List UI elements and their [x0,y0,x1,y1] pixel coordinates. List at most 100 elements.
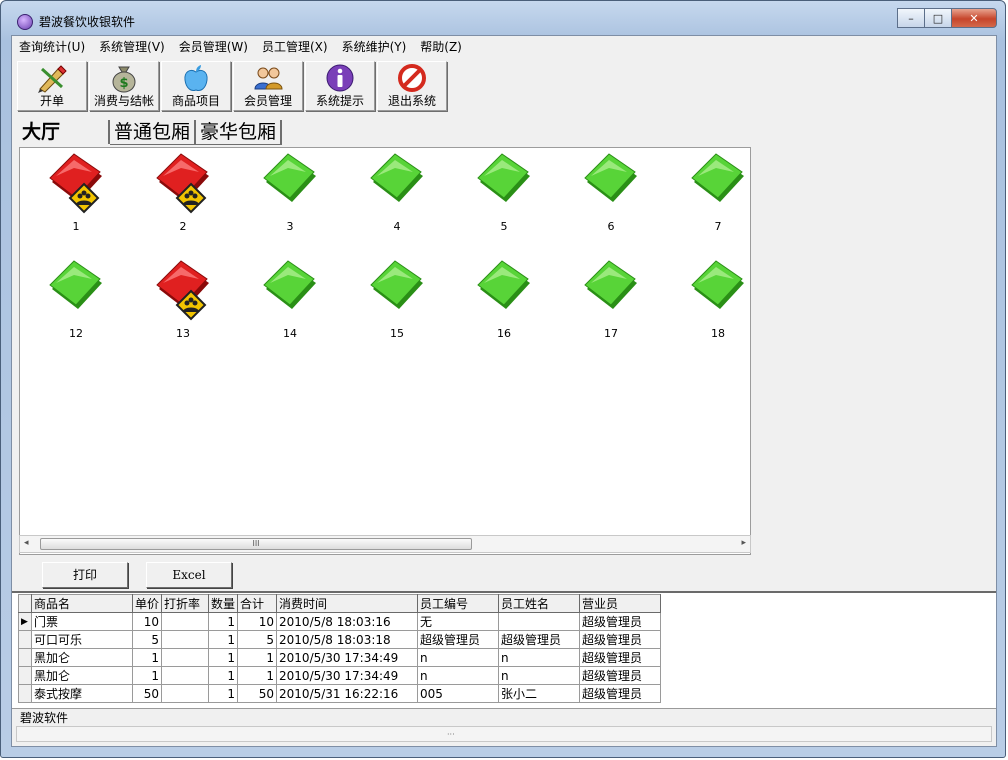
cell-discount[interactable] [161,648,210,667]
row-indicator[interactable] [18,666,32,685]
scroll-thumb[interactable]: III [40,538,472,550]
cell-discount[interactable] [161,684,210,703]
cell-quantity[interactable]: 1 [208,666,239,685]
dining-table-4[interactable]: 4 [367,152,427,238]
cell-clerk[interactable]: 超级管理员 [579,648,662,667]
dining-table-7[interactable]: 7 [688,152,748,238]
bottom-scrollbar[interactable]: ··· [16,726,992,742]
cell-clerk[interactable]: 超级管理员 [579,612,662,631]
close-button[interactable]: ✕ [951,8,997,28]
product-items-button[interactable]: 商品项目 [161,61,231,111]
cell-product-name[interactable]: 可口可乐 [31,630,133,649]
col-discount[interactable]: 打折率 [161,594,210,613]
row-indicator[interactable] [18,630,32,649]
menu-help[interactable]: 帮助(Z) [413,36,469,58]
table-row[interactable]: 可口可乐 5 1 5 2010/5/8 18:03:18 超级管理员 超级管理员 超级管理员 [18,630,662,649]
col-total[interactable]: 合计 [237,594,278,613]
dining-table-16[interactable]: 16 [474,259,534,345]
excel-button[interactable]: Excel [146,562,232,588]
cell-unit-price[interactable]: 1 [131,666,163,685]
cell-staff-id[interactable]: n [417,666,500,685]
row-indicator[interactable] [18,684,32,703]
dining-table-2[interactable]: 2 [153,152,213,238]
dining-table-6[interactable]: 6 [581,152,641,238]
scroll-left-icon[interactable]: ◂ [24,538,29,548]
cell-product-name[interactable]: 黑加仑 [31,666,133,685]
cell-staff-name[interactable] [498,612,581,631]
tab-hall[interactable]: 大厅 [18,120,110,144]
cell-total[interactable]: 50 [237,684,278,703]
cell-product-name[interactable]: 黑加仑 [31,648,133,667]
cell-unit-price[interactable]: 10 [131,612,163,631]
exit-system-button[interactable]: 退出系统 [377,61,447,111]
cell-discount[interactable] [161,630,210,649]
menu-query-stats[interactable]: 查询统计(U) [12,36,92,58]
col-quantity[interactable]: 数量 [208,594,239,613]
cell-consume-time[interactable]: 2010/5/30 17:34:49 [276,648,419,667]
cell-unit-price[interactable]: 5 [131,630,163,649]
dining-table-15[interactable]: 15 [367,259,427,345]
cell-total[interactable]: 1 [237,648,278,667]
tab-luxury-room[interactable]: 豪华包厢 [196,120,283,145]
cell-staff-id[interactable]: 005 [417,684,500,703]
cell-consume-time[interactable]: 2010/5/8 18:03:16 [276,612,419,631]
cell-staff-name[interactable]: n [498,648,581,667]
cell-staff-name[interactable]: 张小二 [498,684,581,703]
dining-table-12[interactable]: 12 [46,259,106,345]
cell-total[interactable]: 10 [237,612,278,631]
cell-staff-id[interactable]: 超级管理员 [417,630,500,649]
row-indicator[interactable]: ▶ [18,612,32,631]
menu-system-maintenance[interactable]: 系统维护(Y) [335,36,414,58]
cell-product-name[interactable]: 泰式按摩 [31,684,133,703]
maximize-button[interactable]: □ [924,8,952,28]
cell-quantity[interactable]: 1 [208,684,239,703]
cell-product-name[interactable]: 门票 [31,612,133,631]
menu-member-admin[interactable]: 会员管理(W) [172,36,255,58]
print-button[interactable]: 打印 [42,562,128,588]
cell-total[interactable]: 1 [237,666,278,685]
cell-unit-price[interactable]: 1 [131,648,163,667]
table-row[interactable]: 黑加仑 1 1 1 2010/5/30 17:34:49 n n 超级管理员 [18,648,662,667]
scroll-right-icon[interactable]: ▸ [741,538,746,548]
cell-quantity[interactable]: 1 [208,612,239,631]
col-product-name[interactable]: 商品名 [31,594,133,613]
cell-clerk[interactable]: 超级管理员 [579,630,662,649]
minimize-button[interactable]: – [897,8,925,28]
col-consume-time[interactable]: 消费时间 [276,594,419,613]
cell-discount[interactable] [161,612,210,631]
consume-checkout-button[interactable]: $ 消费与结帐 [89,61,159,111]
dining-table-5[interactable]: 5 [474,152,534,238]
cell-quantity[interactable]: 1 [208,648,239,667]
cell-clerk[interactable]: 超级管理员 [579,666,662,685]
dining-table-13[interactable]: 13 [153,259,213,345]
table-row[interactable]: ▶ 门票 10 1 10 2010/5/8 18:03:16 无超级管理员 [18,612,662,631]
col-staff-name[interactable]: 员工姓名 [498,594,581,613]
cell-consume-time[interactable]: 2010/5/30 17:34:49 [276,666,419,685]
cell-staff-id[interactable]: n [417,648,500,667]
cell-staff-name[interactable]: 超级管理员 [498,630,581,649]
cell-quantity[interactable]: 1 [208,630,239,649]
menu-system-admin[interactable]: 系统管理(V) [92,36,172,58]
cell-unit-price[interactable]: 50 [131,684,163,703]
open-order-button[interactable]: 开单 [17,61,87,111]
member-admin-button[interactable]: 会员管理 [233,61,303,111]
cell-consume-time[interactable]: 2010/5/31 16:22:16 [276,684,419,703]
table-view-scrollbar[interactable]: ◂ III ▸ [19,535,751,553]
cell-consume-time[interactable]: 2010/5/8 18:03:18 [276,630,419,649]
col-clerk[interactable]: 营业员 [579,594,662,613]
cell-staff-id[interactable]: 无 [417,612,500,631]
system-tips-button[interactable]: 系统提示 [305,61,375,111]
cell-total[interactable]: 5 [237,630,278,649]
menu-staff-admin[interactable]: 员工管理(X) [255,36,335,58]
col-unit-price[interactable]: 单价 [131,594,163,613]
dining-table-1[interactable]: 1 [46,152,106,238]
dining-table-3[interactable]: 3 [260,152,320,238]
dining-table-14[interactable]: 14 [260,259,320,345]
table-row[interactable]: 泰式按摩 50 1 50 2010/5/31 16:22:16 005 张小二 超级管理员 [18,684,662,703]
cell-clerk[interactable]: 超级管理员 [579,684,662,703]
dining-table-18[interactable]: 18 [688,259,748,345]
cell-staff-name[interactable]: n [498,666,581,685]
cell-discount[interactable] [161,666,210,685]
table-row[interactable]: 黑加仑 1 1 1 2010/5/30 17:34:49 n n 超级管理员 [18,666,662,685]
row-indicator[interactable] [18,648,32,667]
